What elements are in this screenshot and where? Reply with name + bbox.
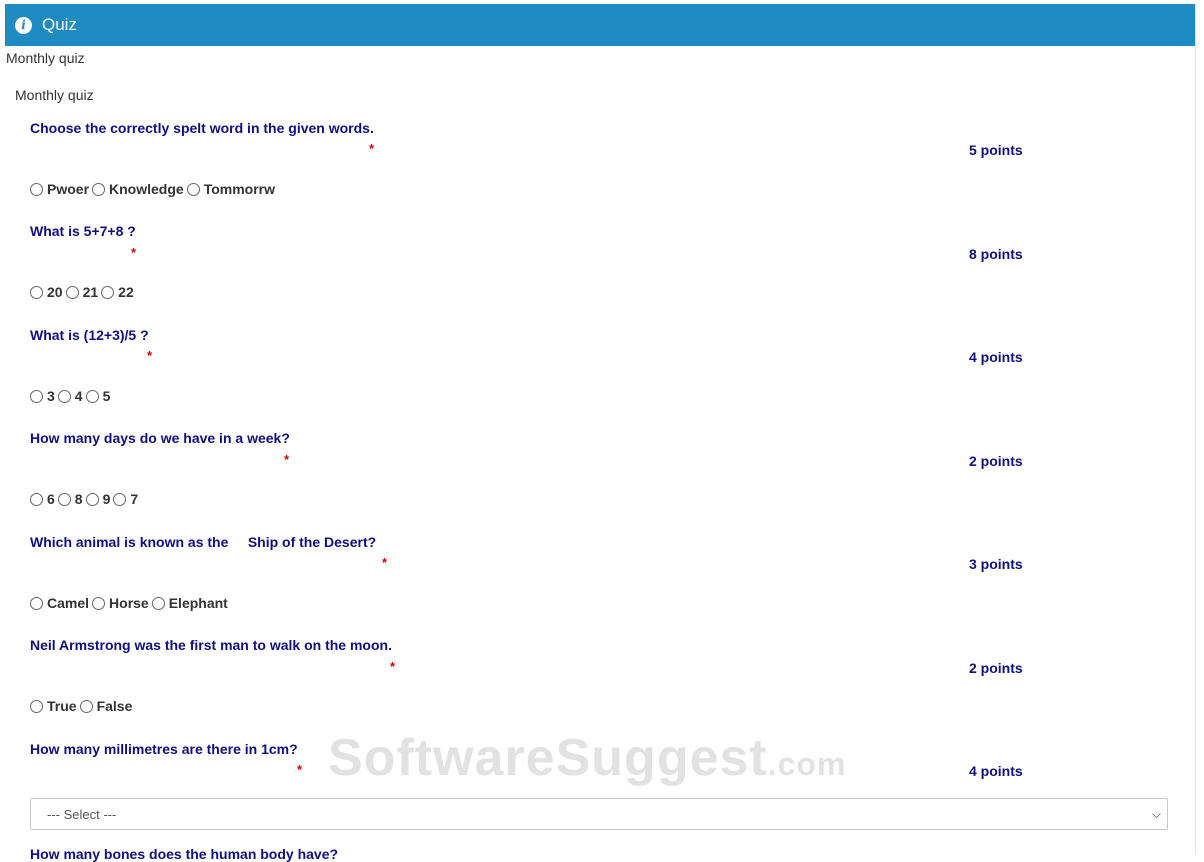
question-6-options: True False xyxy=(30,698,135,714)
question-2-options: 20 21 22 xyxy=(30,284,137,300)
question-4-options: 6 8 9 7 xyxy=(30,491,141,507)
option[interactable]: 7 xyxy=(113,491,138,507)
option-label: False xyxy=(96,698,133,714)
radio-button[interactable] xyxy=(30,182,43,196)
question-2-required: * xyxy=(131,245,137,260)
question-3-options: 3 4 5 xyxy=(30,388,113,404)
option-label: 6 xyxy=(47,491,55,507)
option[interactable]: 5 xyxy=(85,388,111,404)
radio-button[interactable] xyxy=(113,492,127,506)
question-7-points: 4 points xyxy=(969,763,1023,779)
question-5-text: Which animal is known as the Ship of the… xyxy=(30,534,377,550)
question-3-text: What is (12+3)/5 ? xyxy=(30,327,149,343)
question-2-points: 8 points xyxy=(969,246,1023,262)
chevron-down-icon: ⌵ xyxy=(1151,806,1161,821)
question-5-required: * xyxy=(382,555,388,570)
question-4-points: 2 points xyxy=(969,453,1023,469)
radio-button[interactable] xyxy=(65,285,79,299)
question-1-text: Choose the correctly spelt word in the g… xyxy=(30,120,374,136)
question-6-text: Neil Armstrong was the first man to walk… xyxy=(30,637,392,653)
option-label: Camel xyxy=(47,595,90,611)
option-label: Pwoer xyxy=(47,181,90,197)
question-1-required: * xyxy=(369,141,375,156)
option[interactable]: Elephant xyxy=(151,595,228,611)
radio-button[interactable] xyxy=(30,596,43,610)
radio-button[interactable] xyxy=(79,699,93,713)
radio-button[interactable] xyxy=(85,389,99,403)
option-label: 20 xyxy=(47,284,63,300)
option[interactable]: Pwoer xyxy=(30,181,89,197)
option-label: Tommorrw xyxy=(203,181,275,197)
option-label: Horse xyxy=(109,595,149,611)
question-4-text: How many days do we have in a week? xyxy=(30,430,290,446)
option[interactable]: 21 xyxy=(65,284,99,300)
question-5-points: 3 points xyxy=(969,556,1023,572)
option-label: True xyxy=(47,698,77,714)
radio-button[interactable] xyxy=(151,596,165,610)
option[interactable]: 9 xyxy=(85,491,111,507)
option[interactable]: True xyxy=(30,698,77,714)
question-1-points: 5 points xyxy=(969,142,1023,158)
option-label: 3 xyxy=(47,388,55,404)
option[interactable]: Tommorrw xyxy=(186,181,275,197)
option-label: Knowledge xyxy=(109,181,184,197)
question-3-points: 4 points xyxy=(969,349,1023,365)
option-label: 21 xyxy=(82,284,99,300)
option[interactable]: False xyxy=(79,698,133,714)
radio-button[interactable] xyxy=(92,596,106,610)
option[interactable]: 20 xyxy=(30,284,63,300)
question-3-required: * xyxy=(147,348,153,363)
radio-button[interactable] xyxy=(30,389,43,403)
quiz-description: Monthly quiz xyxy=(6,50,85,66)
option-label: Elephant xyxy=(168,595,228,611)
question-8-text: How many bones does the human body have? xyxy=(30,846,339,862)
radio-button[interactable] xyxy=(57,389,71,403)
question-2-text: What is 5+7+8 ? xyxy=(30,223,136,239)
select-value: --- Select --- xyxy=(47,806,117,822)
option-label: 9 xyxy=(102,491,111,507)
radio-button[interactable] xyxy=(186,182,200,196)
question-6-required: * xyxy=(390,659,396,674)
info-icon: i xyxy=(15,16,32,34)
question-4-required: * xyxy=(284,452,290,467)
option[interactable]: Knowledge xyxy=(92,181,184,197)
option-label: 4 xyxy=(74,388,83,404)
option[interactable]: Camel xyxy=(30,595,89,611)
question-1-options: Pwoer Knowledge Tommorrw xyxy=(30,181,278,197)
option[interactable]: 6 xyxy=(30,491,55,507)
answer-select[interactable]: --- Select --- ⌵ xyxy=(30,798,1168,830)
option[interactable]: 4 xyxy=(57,388,83,404)
quiz-subtitle: Monthly quiz xyxy=(15,87,94,103)
question-7-text: How many millimetres are there in 1cm? xyxy=(30,741,298,757)
option[interactable]: 3 xyxy=(30,388,55,404)
option[interactable]: 22 xyxy=(101,284,134,300)
radio-button[interactable] xyxy=(92,182,106,196)
option-label: 5 xyxy=(102,388,111,404)
radio-button[interactable] xyxy=(85,492,99,506)
header-title: Quiz xyxy=(42,15,77,34)
question-6-points: 2 points xyxy=(969,660,1023,676)
radio-button[interactable] xyxy=(57,492,71,506)
radio-button[interactable] xyxy=(101,285,115,299)
option[interactable]: Horse xyxy=(92,595,149,611)
option-label: 22 xyxy=(118,284,134,300)
question-7-required: * xyxy=(297,762,303,777)
option-label: 7 xyxy=(130,491,139,507)
quiz-header: i Quiz xyxy=(5,4,1195,46)
radio-button[interactable] xyxy=(30,285,43,299)
radio-button[interactable] xyxy=(30,699,43,713)
question-5-options: Camel Horse Elephant xyxy=(30,595,231,611)
option[interactable]: 8 xyxy=(57,491,83,507)
option-label: 8 xyxy=(74,491,83,507)
radio-button[interactable] xyxy=(30,492,43,506)
